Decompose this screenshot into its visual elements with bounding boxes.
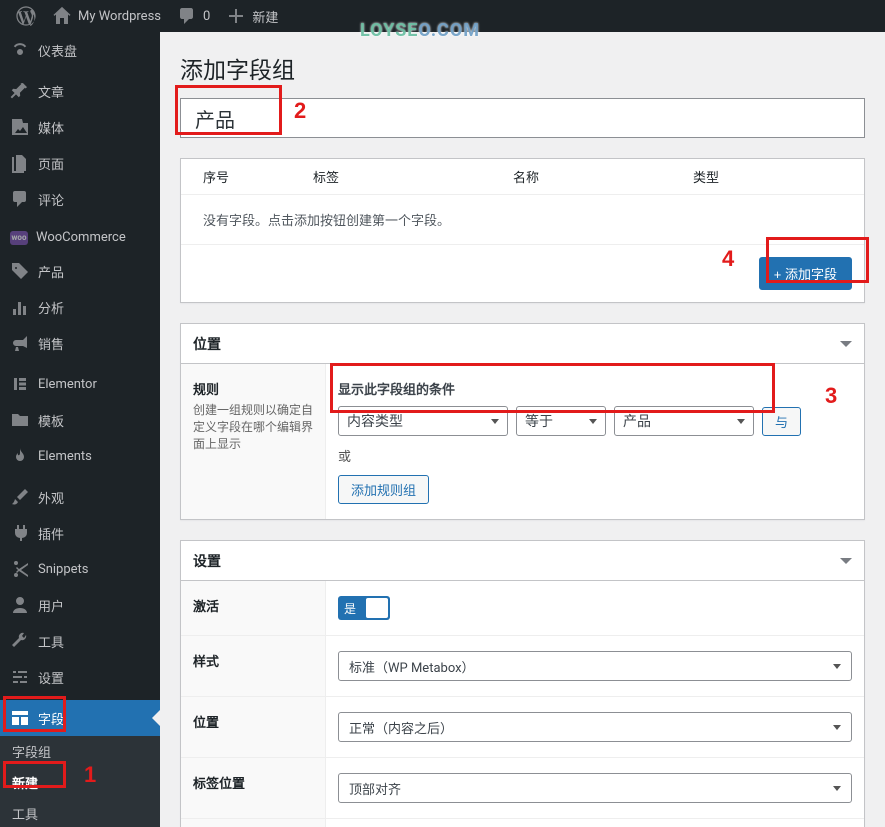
acf-submenu: 字段组 新建 工具 [0,736,160,827]
menu-media[interactable]: 媒体 [0,109,160,145]
brush-icon [10,487,30,507]
submenu-field-groups[interactable]: 字段组 [0,736,160,767]
megaphone-icon [10,333,30,353]
menu-templates[interactable]: 模板 [0,402,160,438]
settings-title: 设置 [193,551,221,571]
col-label: 标签 [313,167,513,186]
menu-users[interactable]: 用户 [0,587,160,623]
submenu-tools[interactable]: 工具 [0,798,160,827]
wrench-icon [10,631,30,651]
toggle-icon [840,341,852,347]
wordpress-icon [16,6,36,26]
menu-appearance[interactable]: 外观 [0,479,160,515]
setting-position-label: 位置 [193,712,313,731]
active-toggle[interactable]: 是 [338,596,390,620]
wp-logo[interactable] [8,0,44,32]
col-order: 序号 [193,167,313,186]
chevron-down-icon [833,725,841,730]
rules-label: 规则 [193,379,313,398]
flame-icon [10,446,30,466]
chevron-down-icon [833,786,841,791]
col-type: 类型 [693,167,852,186]
style-select[interactable]: 标准（WP Metabox） [338,651,852,681]
product-icon [10,261,30,281]
fields-table-header: 序号 标签 名称 类型 [181,159,864,195]
menu-woocommerce[interactable]: wooWooCommerce [0,222,160,253]
comments-link[interactable]: 0 [169,0,218,32]
menu-analytics[interactable]: 分析 [0,289,160,325]
toggle-knob [366,598,388,618]
toggle-icon [840,558,852,564]
location-postbox: 位置 规则 创建一组规则以确定自定义字段在哪个编辑界面上显示 显示此字段组的条件… [180,323,865,520]
menu-pages[interactable]: 页面 [0,145,160,181]
main-content: 添加字段组 序号 标签 名称 类型 没有字段。点击添加按钮创建第一个字段。 + … [160,32,885,827]
plug-icon [10,523,30,543]
menu-snippets[interactable]: Snippets [0,551,160,587]
menu-acf-fields[interactable]: 字段 [0,700,160,736]
comments-icon [10,189,30,209]
page-title: 添加字段组 [180,42,865,89]
label-placement-select[interactable]: 顶部对齐 [338,773,852,803]
menu-settings[interactable]: 设置 [0,659,160,695]
dashboard-icon [10,40,30,60]
site-home-link[interactable]: My Wordpress [44,0,169,32]
layout-icon [10,708,30,728]
col-name: 名称 [513,167,693,186]
add-rule-group-button[interactable]: 添加规则组 [338,475,429,504]
user-icon [10,595,30,615]
menu-plugins[interactable]: 插件 [0,515,160,551]
admin-sidebar: 仪表盘 文章 媒体 页面 评论 wooWooCommerce 产品 分析 销售 … [0,32,160,827]
elementor-icon [10,374,30,394]
setting-style-label: 样式 [193,651,313,670]
rule-param-select[interactable]: 内容类型 [338,406,508,436]
group-title-input[interactable] [180,98,865,138]
settings-header[interactable]: 设置 [181,541,864,581]
media-icon [10,117,30,137]
analytics-icon [10,297,30,317]
settings-postbox: 设置 激活 是 样式 标准（WP Metabox） 位置 正常（内容之后） [180,540,865,827]
home-icon [52,6,72,26]
comments-count: 0 [203,9,210,24]
rule-operator-select[interactable]: 等于 [516,406,606,436]
comment-icon [177,6,197,26]
site-name: My Wordpress [78,9,161,24]
menu-elementor[interactable]: Elementor [0,366,160,402]
menu-marketing[interactable]: 销售 [0,325,160,361]
menu-posts[interactable]: 文章 [0,73,160,109]
pages-icon [10,153,30,173]
menu-dashboard[interactable]: 仪表盘 [0,32,160,68]
setting-active-label: 激活 [193,596,313,615]
rules-desc: 创建一组规则以确定自定义字段在哪个编辑界面上显示 [193,402,313,452]
submenu-add-new[interactable]: 新建 [0,767,160,798]
folder-icon [10,410,30,430]
new-content-link[interactable]: 新建 [218,0,286,32]
rule-row: 内容类型 等于 产品 与 [338,406,852,436]
setting-labelpos-label: 标签位置 [193,773,313,792]
fields-postbox: 序号 标签 名称 类型 没有字段。点击添加按钮创建第一个字段。 + 添加字段 [180,158,865,303]
rule-and-button[interactable]: 与 [762,407,801,436]
rule-or-label: 或 [338,446,852,465]
admin-bar: My Wordpress 0 新建 [0,0,885,32]
plus-icon [226,6,246,26]
location-title: 位置 [193,334,221,354]
no-fields-message: 没有字段。点击添加按钮创建第一个字段。 [181,195,864,244]
menu-elements[interactable]: Elements [0,438,160,474]
menu-comments[interactable]: 评论 [0,181,160,217]
menu-tools[interactable]: 工具 [0,623,160,659]
location-header[interactable]: 位置 [181,324,864,364]
pin-icon [10,81,30,101]
add-field-button[interactable]: + 添加字段 [759,257,852,290]
sliders-icon [10,667,30,687]
woocommerce-icon: woo [10,231,28,245]
scissors-icon [10,559,30,579]
chevron-down-icon [589,419,597,424]
chevron-down-icon [491,419,499,424]
menu-products[interactable]: 产品 [0,253,160,289]
chevron-down-icon [737,419,745,424]
chevron-down-icon [833,664,841,669]
position-select[interactable]: 正常（内容之后） [338,712,852,742]
rules-heading: 显示此字段组的条件 [338,379,852,398]
new-label: 新建 [252,7,278,26]
rule-value-select[interactable]: 产品 [614,406,754,436]
